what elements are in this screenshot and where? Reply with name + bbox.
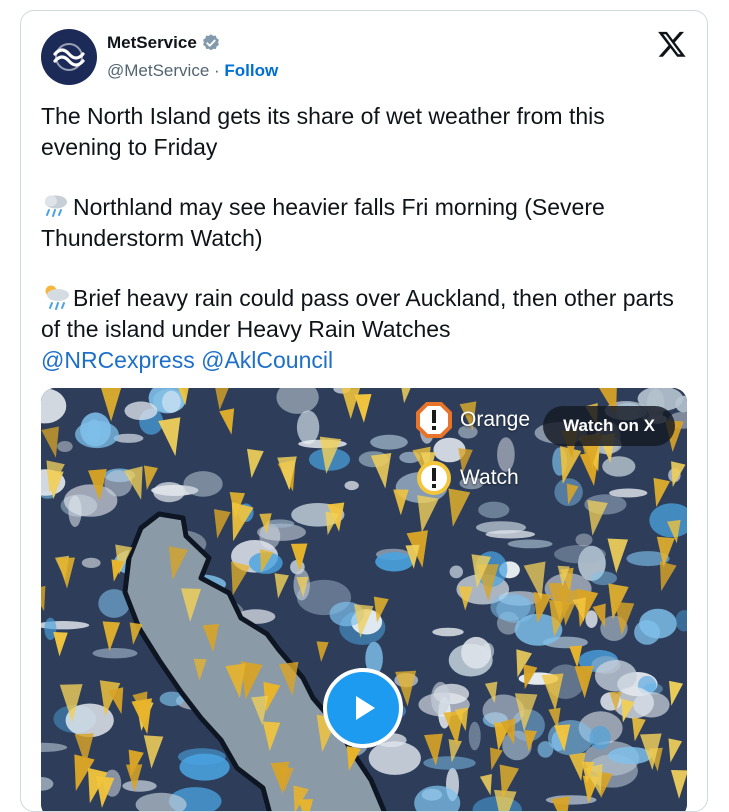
cloud-with-rain-icon (45, 195, 67, 217)
follow-button[interactable]: Follow (224, 61, 278, 80)
paragraph-2: Northland may see heavier falls Fri morn… (41, 192, 681, 254)
tweet-card[interactable]: MetService @MetService · Follow The Nort… (20, 10, 708, 812)
x-logo-icon[interactable] (657, 29, 687, 59)
account-handle[interactable]: @MetService (107, 61, 209, 80)
tweet-header: MetService @MetService · Follow (21, 11, 707, 91)
legend-orange: Orange (416, 402, 530, 438)
handle-separator: · (209, 61, 225, 80)
watch-alert-icon (417, 461, 451, 495)
video-media[interactable]: Orange Watch Watch on X (41, 388, 687, 811)
metservice-logo-icon (53, 43, 85, 71)
paragraph-1: The North Island gets its share of wet w… (41, 103, 605, 160)
avatar[interactable] (41, 29, 97, 85)
name-row: MetService (107, 33, 221, 53)
paragraph-3-text: Brief heavy rain could pass over Aucklan… (41, 285, 674, 342)
play-button[interactable] (323, 668, 403, 748)
legend-orange-label: Orange (460, 408, 531, 431)
watch-on-x-button[interactable]: Watch on X (543, 406, 675, 446)
sun-behind-rain-cloud-icon (45, 285, 69, 310)
account-name[interactable]: MetService (107, 33, 197, 53)
warning-octagon-icon (416, 402, 452, 438)
tweet-text: The North Island gets its share of wet w… (41, 101, 681, 376)
mention-nrcexpress[interactable]: @NRCexpress (41, 347, 195, 373)
verified-badge-icon (202, 34, 219, 51)
paragraph-3: Brief heavy rain could pass over Aucklan… (41, 283, 681, 376)
legend-watch-label: Watch (460, 466, 519, 489)
play-icon (356, 696, 375, 720)
legend-watch: Watch (416, 460, 519, 496)
mention-aklcouncil[interactable]: @AklCouncil (201, 347, 333, 373)
weather-map (41, 388, 687, 811)
handle-row: @MetService · Follow (107, 61, 278, 81)
paragraph-2-text: Northland may see heavier falls Fri morn… (41, 194, 605, 251)
